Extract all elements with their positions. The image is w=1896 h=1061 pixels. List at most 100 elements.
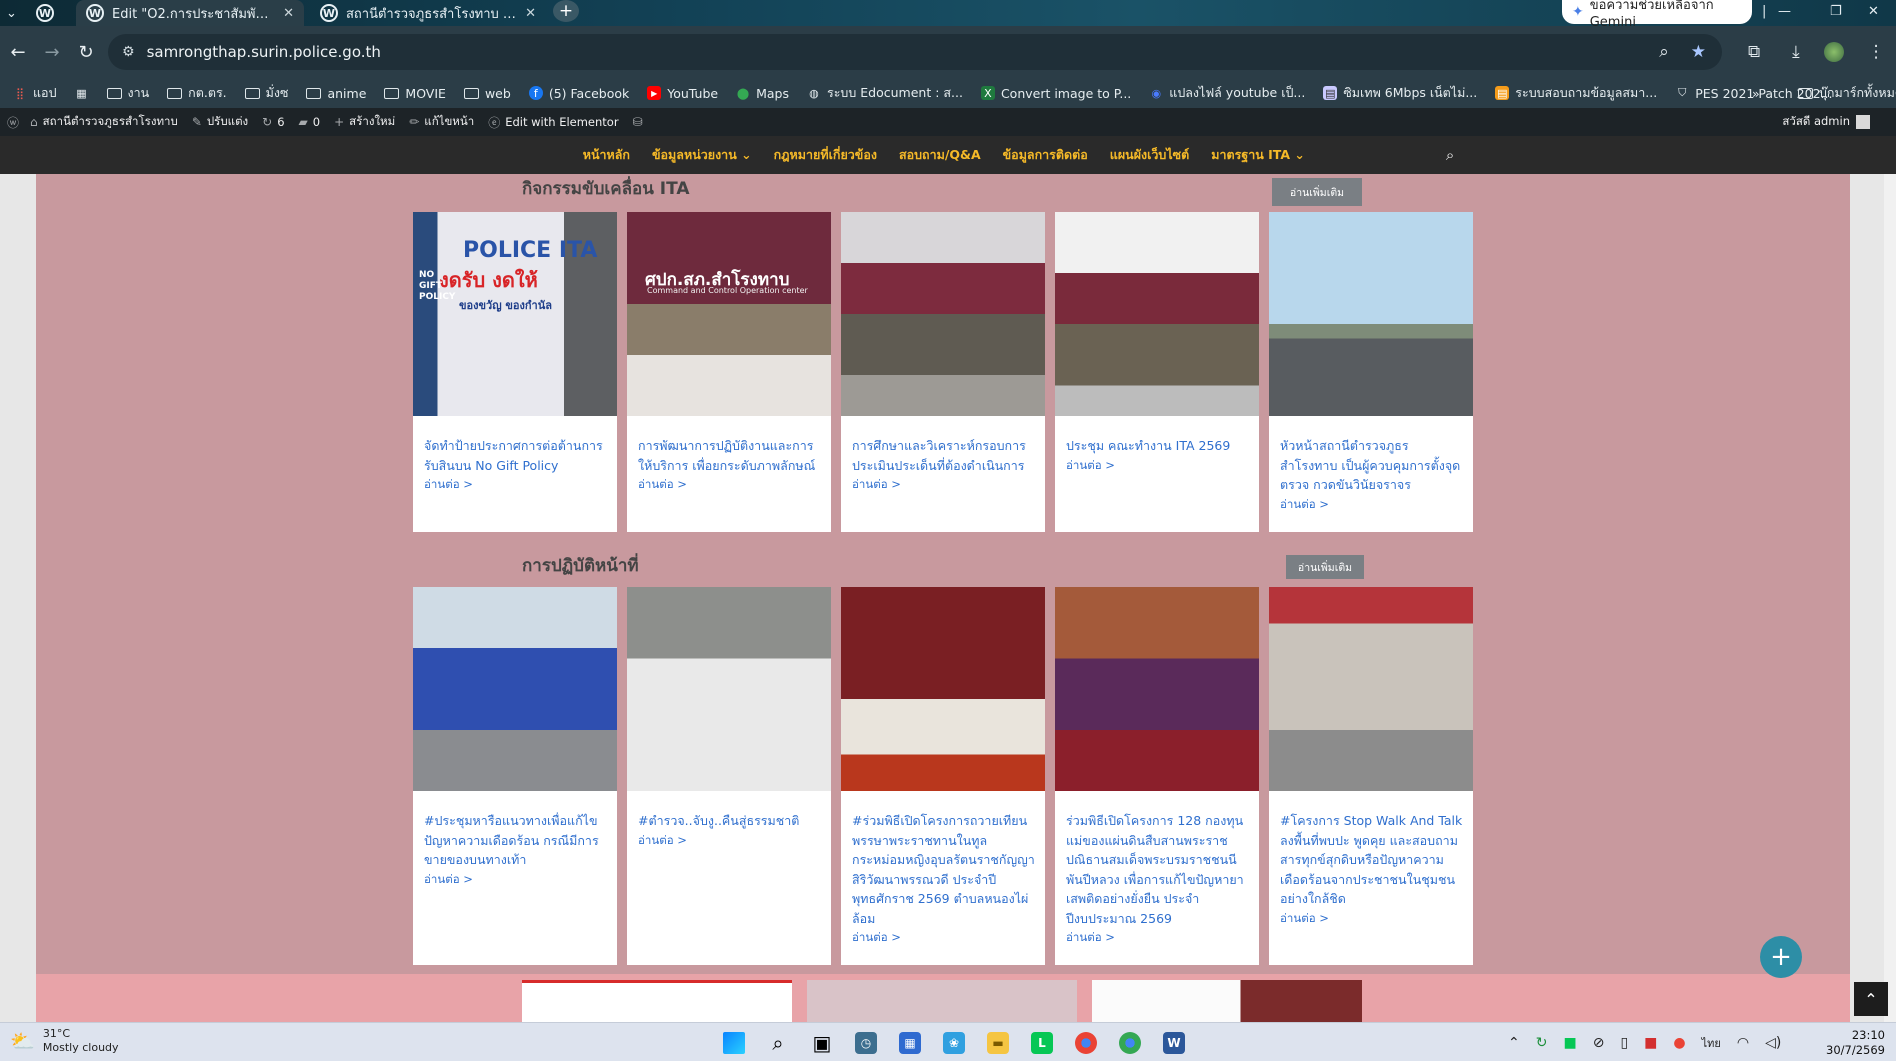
post-thumbnail[interactable] (1269, 587, 1473, 791)
post-title[interactable]: หัวหน้าสถานีตำรวจภูธรสำโรงทาบ เป็นผู้ควบ… (1269, 416, 1473, 495)
reload-icon[interactable]: ↻ (70, 36, 102, 68)
post-card[interactable]: POLICE ITA งดรับ งดให้ ของขวัญ ของกำนัล … (413, 212, 617, 532)
tab-edit-post[interactable]: W Edit "O2.การประชาสัมพันธ์ข้อมูลข่า ✕ (76, 0, 304, 26)
menu-item-contact[interactable]: ข้อมูลการติดต่อ (992, 145, 1099, 165)
bookmark-star-icon[interactable]: ★ (1691, 42, 1706, 62)
task-view-icon[interactable]: ▣ (800, 1025, 844, 1061)
forward-icon[interactable]: → (36, 36, 68, 68)
teaser-image[interactable] (522, 980, 792, 1022)
bookmark-folder[interactable]: มั่งซ (236, 80, 298, 106)
post-thumbnail[interactable] (413, 587, 617, 791)
teaser-image[interactable] (807, 980, 1077, 1022)
add-button[interactable]: + (1760, 936, 1802, 978)
line-tray-icon[interactable]: ■ (1563, 1035, 1576, 1051)
post-title[interactable]: #ร่วมพิธีเปิดโครงการถวายเทียนพรรษาพระราช… (841, 791, 1045, 928)
tab-site[interactable]: W สถานีตำรวจภูธรสำโรงทาบ – อำนาจห ✕ (310, 0, 546, 26)
back-icon[interactable]: ← (2, 36, 34, 68)
file-explorer-icon[interactable]: ▬ (976, 1025, 1020, 1061)
restore-icon[interactable]: ❐ (1830, 0, 1842, 22)
wp-comments[interactable]: ▰ 0 (292, 115, 328, 129)
search-icon[interactable]: ⌕ (756, 1025, 800, 1061)
usb-icon[interactable]: ▯ (1620, 1035, 1628, 1051)
wp-edit-page[interactable]: ✏ แก้ไขหน้า (402, 113, 481, 131)
close-window-icon[interactable]: ✕ (1868, 0, 1879, 22)
gemini-button[interactable]: ✦ ขอความช่วยเหลือจาก Gemini (1562, 0, 1752, 30)
wp-customize[interactable]: ✎ ปรับแต่ง (185, 113, 255, 131)
bookmark-folder[interactable]: MOVIE (375, 80, 455, 106)
profile-avatar[interactable] (1823, 42, 1844, 62)
post-card[interactable]: ประชุม คณะทำงาน ITA 2569 อ่านต่อ > (1055, 212, 1259, 532)
close-tab-icon[interactable]: ✕ (283, 6, 294, 21)
language-indicator[interactable]: ไทย (1702, 1034, 1721, 1052)
bookmark-sim[interactable]: ▤ ซิมเทพ 6Mbps เน็ตไม่... (1314, 80, 1486, 106)
line-icon[interactable]: L (1020, 1025, 1064, 1061)
store-icon[interactable]: ▦ (888, 1025, 932, 1061)
site-info-icon[interactable]: ⚙ (122, 44, 135, 60)
wp-cache-icon[interactable]: ⛁ (626, 115, 650, 129)
chrome-profile-icon[interactable] (1108, 1025, 1152, 1061)
tab-search-button[interactable]: ⌄ (0, 0, 24, 26)
bookmark-youtube[interactable]: ▶ YouTube (638, 80, 727, 106)
bookmark-apps[interactable]: ⣿ แอป (4, 80, 66, 106)
search-icon[interactable]: ⌕ (1446, 146, 1454, 164)
read-more-link[interactable]: อ่านต่อ > (1269, 495, 1473, 514)
download-icon[interactable]: ⤓ (1792, 42, 1800, 62)
bookmark-edocument[interactable]: ◍ ระบบ Edocument : ส... (798, 80, 972, 106)
post-title[interactable]: #ประชุมหารือแนวทางเพื่อแก้ไขปัญหาความเดื… (413, 791, 617, 870)
post-card[interactable]: ร่วมพิธีเปิดโครงการ 128 กองทุนแม่ของแผ่น… (1055, 587, 1259, 965)
menu-item-sitemap[interactable]: แผนผังเว็บไซต์ (1099, 145, 1200, 165)
menu-item-agency-info[interactable]: ข้อมูลหน่วยงาน ⌄ (641, 145, 763, 165)
post-title[interactable]: จัดทำป้ายประกาศการต่อต้านการรับสินบน No … (413, 416, 617, 475)
new-tab-button[interactable]: + (553, 0, 579, 22)
wp-new[interactable]: + สร้างใหม่ (327, 113, 402, 131)
back-to-top-button[interactable]: ⌃ (1854, 982, 1888, 1016)
bookmarks-overflow-button[interactable]: » (1752, 78, 1760, 108)
menu-item-ita[interactable]: มาตรฐาน ITA ⌄ (1200, 145, 1316, 165)
bookmark-survey[interactable]: ▤ ระบบสอบถามข้อมูลสมา... (1486, 80, 1666, 106)
volume-icon[interactable]: ◁) (1765, 1035, 1781, 1051)
bookmark-youtube-converter[interactable]: ◉ แปลงไฟล์ youtube เป็... (1140, 80, 1314, 106)
post-title[interactable]: #โครงการ Stop Walk And Talk ลงพื้นที่พบป… (1269, 791, 1473, 909)
read-more-link[interactable]: อ่านต่อ > (1055, 928, 1259, 947)
bookmark-folder[interactable]: กต.ตร. (158, 80, 235, 106)
bookmark-facebook[interactable]: f (5) Facebook (520, 80, 638, 106)
bookmark-folder[interactable]: web (455, 80, 520, 106)
close-tab-icon[interactable]: ✕ (525, 6, 536, 21)
post-card[interactable]: #ตำรวจ..จับงู..คืนสู่ธรรมชาติ อ่านต่อ > (627, 587, 831, 965)
post-card[interactable]: ศปก.สภ.สำโรงทาบ Command and Control Oper… (627, 212, 831, 532)
menu-item-home[interactable]: หน้าหลัก (572, 145, 641, 165)
word-icon[interactable]: W (1152, 1025, 1196, 1061)
post-thumbnail[interactable] (1055, 587, 1259, 791)
post-thumbnail[interactable] (841, 587, 1045, 791)
address-bar[interactable]: ⚙ samrongthap.surin.police.go.th ⌕ ★ (108, 34, 1722, 70)
post-thumbnail[interactable] (841, 212, 1045, 416)
network-off-icon[interactable]: ⊘ (1593, 1035, 1605, 1051)
post-title[interactable]: ร่วมพิธีเปิดโครงการ 128 กองทุนแม่ของแผ่น… (1055, 791, 1259, 928)
page-scrollbar[interactable] (1884, 174, 1896, 1022)
all-bookmarks-button[interactable]: บุ๊กมาร์กทั้งหมด (1798, 78, 1896, 108)
post-card[interactable]: #โครงการ Stop Walk And Talk ลงพื้นที่พบป… (1269, 587, 1473, 965)
sync-icon[interactable]: ↻ (1536, 1035, 1548, 1051)
start-icon[interactable] (712, 1025, 756, 1061)
menu-item-qa[interactable]: สอบถาม/Q&A (888, 145, 992, 165)
post-card[interactable]: หัวหน้าสถานีตำรวจภูธรสำโรงทาบ เป็นผู้ควบ… (1269, 212, 1473, 532)
read-more-link[interactable]: อ่านต่อ > (1055, 456, 1259, 475)
post-card[interactable]: #ประชุมหารือแนวทางเพื่อแก้ไขปัญหาความเดื… (413, 587, 617, 965)
post-title[interactable]: การพัฒนาการปฏิบัติงานและการให้บริการ เพื… (627, 416, 831, 475)
read-more-link[interactable]: อ่านต่อ > (413, 475, 617, 494)
clock-app-icon[interactable]: ◷ (844, 1025, 888, 1061)
menu-icon[interactable]: ⋮ (1868, 42, 1885, 62)
extensions-icon[interactable]: ⧉ (1748, 42, 1760, 62)
zoom-icon[interactable]: ⌕ (1659, 42, 1669, 62)
bookmark-convert[interactable]: X Convert image to P... (972, 80, 1140, 106)
read-more-link[interactable]: อ่านต่อ > (1269, 909, 1473, 928)
pinned-tab-wordpress[interactable]: W (26, 0, 70, 26)
chevron-up-icon[interactable]: ⌃ (1508, 1035, 1520, 1051)
pdf-icon[interactable]: ■ (1644, 1035, 1657, 1051)
chrome-tray-icon[interactable]: ● (1673, 1035, 1685, 1051)
weather-widget[interactable]: ⛅ 31°C Mostly cloudy (10, 1027, 119, 1055)
read-more-button[interactable]: อ่านเพิ่มเติม (1272, 178, 1362, 206)
bookmark-folder[interactable]: งาน (98, 80, 159, 106)
read-more-link[interactable]: อ่านต่อ > (627, 475, 831, 494)
post-card[interactable]: #ร่วมพิธีเปิดโครงการถวายเทียนพรรษาพระราช… (841, 587, 1045, 965)
